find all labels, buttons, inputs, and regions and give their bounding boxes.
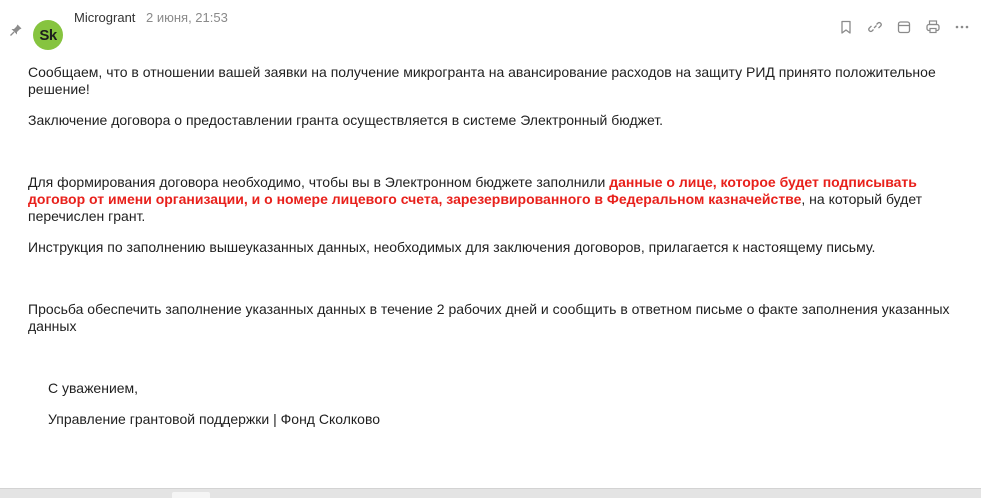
message-toolbar xyxy=(837,17,971,37)
bookmark-icon[interactable] xyxy=(837,18,855,36)
message-header: Sk Microgrant 2 июня, 21:53 xyxy=(0,0,981,56)
message-body: Сообщаем, что в отношении вашей заявки н… xyxy=(28,64,958,442)
closing-text: С уважением, xyxy=(48,380,139,396)
calendar-icon[interactable] xyxy=(895,18,913,36)
paragraph-contract-system: Заключение договора о предоставлении гра… xyxy=(28,112,664,128)
print-icon[interactable] xyxy=(924,18,942,36)
signature-text: Управление грантовой поддержки | Фонд Ск… xyxy=(48,411,381,427)
message-date: 2 июня, 21:53 xyxy=(146,10,228,25)
link-icon[interactable] xyxy=(866,18,884,36)
pin-icon[interactable] xyxy=(9,23,23,37)
bottom-tab[interactable] xyxy=(172,492,210,498)
paragraph-requirements: Для формирования договора необходимо, чт… xyxy=(28,174,958,225)
paragraph-instruction: Инструкция по заполнению вышеуказанных д… xyxy=(28,239,876,255)
bottom-bar xyxy=(0,488,981,498)
requirements-text-start: Для формирования договора необходимо, чт… xyxy=(28,174,610,190)
sender-avatar[interactable]: Sk xyxy=(33,20,63,50)
more-icon[interactable] xyxy=(953,18,971,36)
paragraph-request: Просьба обеспечить заполнение указанных … xyxy=(28,301,950,334)
paragraph-decision: Сообщаем, что в отношении вашей заявки н… xyxy=(28,64,936,97)
sender-name[interactable]: Microgrant xyxy=(74,10,135,25)
